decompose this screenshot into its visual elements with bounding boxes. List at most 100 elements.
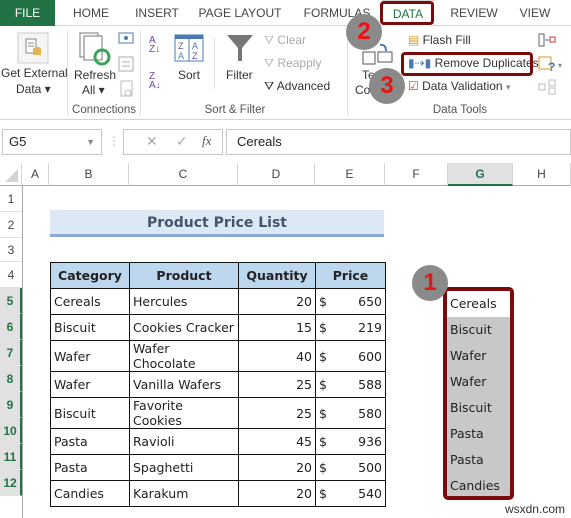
tab-review[interactable]: REVIEW xyxy=(444,0,504,26)
tab-home[interactable]: HOME xyxy=(62,0,120,26)
reapply-button[interactable]: ⛛ Reapply xyxy=(264,56,321,71)
column-header-e[interactable]: E xyxy=(315,163,385,186)
drag-handle[interactable]: ⋮ xyxy=(108,134,120,148)
column-header-f[interactable]: F xyxy=(385,163,448,186)
chevron-down-icon: ▾ xyxy=(505,82,511,92)
enter-check-icon[interactable]: ✓ xyxy=(176,133,188,150)
name-box[interactable]: G5 ▼ xyxy=(2,129,102,155)
price-value: 600 xyxy=(358,348,382,364)
price-value: 936 xyxy=(358,434,382,449)
name-box-value: G5 xyxy=(9,134,27,149)
row-header-9[interactable]: 9 xyxy=(0,392,22,418)
data-validation-button[interactable]: ☑ Data Validation ▾ xyxy=(408,79,510,93)
chevron-down-icon[interactable]: ▼ xyxy=(86,130,95,154)
cell-price[interactable]: $500 xyxy=(315,454,386,481)
cell-quantity[interactable]: 45 xyxy=(238,428,316,455)
cell-category[interactable]: Candies xyxy=(50,480,130,507)
cell-quantity[interactable]: 40 xyxy=(238,340,316,372)
column-header-b[interactable]: B xyxy=(49,163,129,186)
row-header-10[interactable]: 10 xyxy=(0,418,22,444)
row-header-3[interactable]: 3 xyxy=(0,238,22,262)
row-header-2[interactable]: 2 xyxy=(0,212,22,238)
cell-price[interactable]: $588 xyxy=(315,371,386,398)
cell-category[interactable]: Pasta xyxy=(50,454,130,481)
sort-z-a-button[interactable]: Z A↓ xyxy=(149,72,161,91)
cell-quantity[interactable]: 15 xyxy=(238,314,316,341)
row-header-12[interactable]: 12 xyxy=(0,470,22,496)
cell-product[interactable]: Wafer Chocolate xyxy=(129,340,239,372)
advanced-label: Advanced xyxy=(276,79,331,93)
sort-icon[interactable]: ZA AZ xyxy=(174,34,204,62)
column-header-d[interactable]: D xyxy=(238,163,315,186)
advanced-button[interactable]: ⛛ Advanced xyxy=(264,79,330,94)
select-all-button[interactable] xyxy=(0,163,22,186)
svg-text:A: A xyxy=(178,51,184,61)
header-quantity[interactable]: Quantity xyxy=(238,262,316,289)
cell-quantity[interactable]: 20 xyxy=(238,288,316,315)
column-header-c[interactable]: C xyxy=(129,163,238,186)
currency-symbol: $ xyxy=(319,348,327,364)
cell-category[interactable]: Biscuit xyxy=(50,397,130,429)
properties-icon[interactable] xyxy=(118,56,134,72)
cell-price[interactable]: $580 xyxy=(315,397,386,429)
header-category[interactable]: Category xyxy=(50,262,130,289)
cell-product[interactable]: Karakum xyxy=(129,480,239,507)
cell-category[interactable]: Biscuit xyxy=(50,314,130,341)
cell-category[interactable]: Cereals xyxy=(50,288,130,315)
what-if-analysis-icon[interactable]: ? ▾ xyxy=(538,56,566,72)
formula-input[interactable]: Cereals xyxy=(226,129,571,155)
sheet-title[interactable]: Product Price List xyxy=(50,210,384,237)
row-header-11[interactable]: 11 xyxy=(0,444,22,470)
cell-product[interactable]: Hercules xyxy=(129,288,239,315)
header-price[interactable]: Price xyxy=(315,262,386,289)
row-header-divider xyxy=(22,186,23,518)
remove-duplicates-highlight xyxy=(401,52,533,76)
cell-product[interactable]: Cookies Cracker xyxy=(129,314,239,341)
row-header-4[interactable]: 4 xyxy=(0,262,22,288)
header-product[interactable]: Product xyxy=(129,262,239,289)
row-header-1[interactable]: 1 xyxy=(0,186,22,212)
connections-icon[interactable] xyxy=(118,32,134,46)
tab-page-layout[interactable]: PAGE LAYOUT xyxy=(195,0,285,26)
cell-price[interactable]: $540 xyxy=(315,480,386,507)
cancel-icon[interactable]: ✕ xyxy=(146,133,158,150)
tab-view[interactable]: VIEW xyxy=(512,0,558,26)
cell-product[interactable]: Ravioli xyxy=(129,428,239,455)
clear-button[interactable]: ⛛ Clear xyxy=(264,33,306,48)
cell-product[interactable]: Favorite Cookies xyxy=(129,397,239,429)
table-row: Cereals Hercules 20 $650 xyxy=(50,288,386,315)
edit-links-icon[interactable] xyxy=(120,80,134,98)
cell-price[interactable]: $650 xyxy=(315,288,386,315)
row-header-6[interactable]: 6 xyxy=(0,314,22,340)
row-header-7[interactable]: 7 xyxy=(0,340,22,366)
cell-category[interactable]: Wafer xyxy=(50,340,130,372)
formula-bar: G5 ▼ ⋮ ✕ ✓ fx Cereals xyxy=(0,120,571,160)
table-header-row: Category Product Quantity Price xyxy=(50,262,386,289)
cell-price[interactable]: $600 xyxy=(315,340,386,372)
cell-product[interactable]: Spaghetti xyxy=(129,454,239,481)
cell-price[interactable]: $219 xyxy=(315,314,386,341)
flash-fill-button[interactable]: ▤ Flash Fill xyxy=(408,33,471,47)
callout-2: 2 xyxy=(346,14,382,50)
cell-category[interactable]: Pasta xyxy=(50,428,130,455)
sort-button[interactable]: Sort xyxy=(178,68,200,82)
tab-insert[interactable]: INSERT xyxy=(126,0,188,26)
filter-button[interactable]: Filter xyxy=(226,68,253,82)
consolidate-icon[interactable] xyxy=(538,33,556,47)
sort-a-z-button[interactable]: A Z↓ xyxy=(149,36,160,55)
cell-price[interactable]: $936 xyxy=(315,428,386,455)
cell-quantity[interactable]: 20 xyxy=(238,454,316,481)
insert-function-icon[interactable]: fx xyxy=(202,133,211,149)
column-header-h[interactable]: H xyxy=(513,163,571,186)
column-header-g[interactable]: G xyxy=(448,163,513,186)
cell-category[interactable]: Wafer xyxy=(50,371,130,398)
row-header-5[interactable]: 5 xyxy=(0,288,22,314)
tab-file[interactable]: FILE xyxy=(0,0,55,26)
cell-product[interactable]: Vanilla Wafers xyxy=(129,371,239,398)
relationships-icon[interactable] xyxy=(538,79,556,95)
cell-quantity[interactable]: 25 xyxy=(238,397,316,429)
cell-quantity[interactable]: 25 xyxy=(238,371,316,398)
column-header-a[interactable]: A xyxy=(22,163,49,186)
cell-quantity[interactable]: 20 xyxy=(238,480,316,507)
row-header-8[interactable]: 8 xyxy=(0,366,22,392)
